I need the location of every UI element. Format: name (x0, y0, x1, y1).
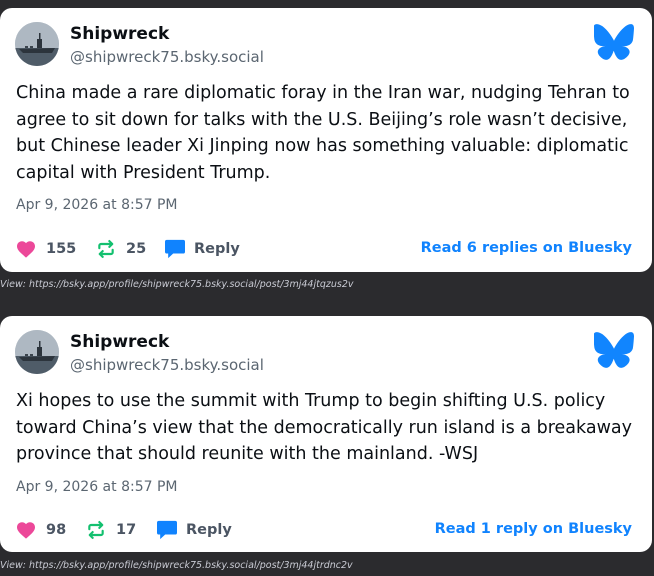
like-button[interactable]: 155 (16, 238, 76, 260)
post-card: Shipwreck @shipwreck75.bsky.social China… (0, 8, 652, 272)
repost-count: 25 (126, 241, 147, 257)
post-card: Shipwreck @shipwreck75.bsky.social Xi ho… (0, 316, 652, 552)
post-text: Xi hopes to use the summit with Trump to… (16, 391, 632, 464)
post-text: China made a rare diplomatic foray in th… (16, 83, 630, 183)
heart-icon (17, 522, 35, 539)
bluesky-butterfly-icon[interactable] (594, 24, 634, 60)
repost-button[interactable]: 25 (96, 238, 146, 260)
avatar[interactable] (15, 22, 59, 66)
bluesky-butterfly-icon[interactable] (594, 332, 634, 368)
author-handle[interactable]: @shipwreck75.bsky.social (70, 48, 264, 66)
read-replies-link[interactable]: Read 1 reply on Bluesky (435, 521, 632, 537)
repost-icon (88, 521, 104, 539)
view-url-link[interactable]: View: https://bsky.app/profile/shipwreck… (0, 279, 354, 290)
post-date[interactable]: Apr 9, 2026 at 8:57 PM (16, 197, 178, 213)
author-handle[interactable]: @shipwreck75.bsky.social (70, 356, 264, 374)
reply-bubble-icon (157, 520, 177, 540)
post-actions: 98 17 Reply Read 1 reply on Bluesky (16, 519, 632, 541)
aircraft-carrier-avatar (15, 330, 59, 374)
like-button[interactable]: 98 (16, 519, 66, 541)
author-name[interactable]: Shipwreck (70, 24, 169, 44)
like-count: 155 (46, 241, 77, 257)
aircraft-carrier-avatar (15, 22, 59, 66)
reply-button[interactable]: Reply (156, 519, 232, 541)
reply-label: Reply (186, 522, 232, 538)
read-replies-link[interactable]: Read 6 replies on Bluesky (421, 240, 632, 256)
post-date[interactable]: Apr 9, 2026 at 8:57 PM (16, 479, 178, 495)
heart-icon (17, 241, 35, 258)
repost-icon (98, 240, 114, 258)
repost-count: 17 (116, 522, 137, 538)
avatar[interactable] (15, 330, 59, 374)
like-count: 98 (46, 522, 67, 538)
author-name[interactable]: Shipwreck (70, 332, 169, 352)
post-actions: 155 25 Reply Read 6 replies on Bluesky (16, 238, 632, 260)
reply-bubble-icon (165, 239, 185, 259)
reply-label: Reply (194, 241, 240, 257)
reply-button[interactable]: Reply (164, 238, 240, 260)
repost-button[interactable]: 17 (86, 519, 136, 541)
view-url-link[interactable]: View: https://bsky.app/profile/shipwreck… (0, 560, 353, 571)
